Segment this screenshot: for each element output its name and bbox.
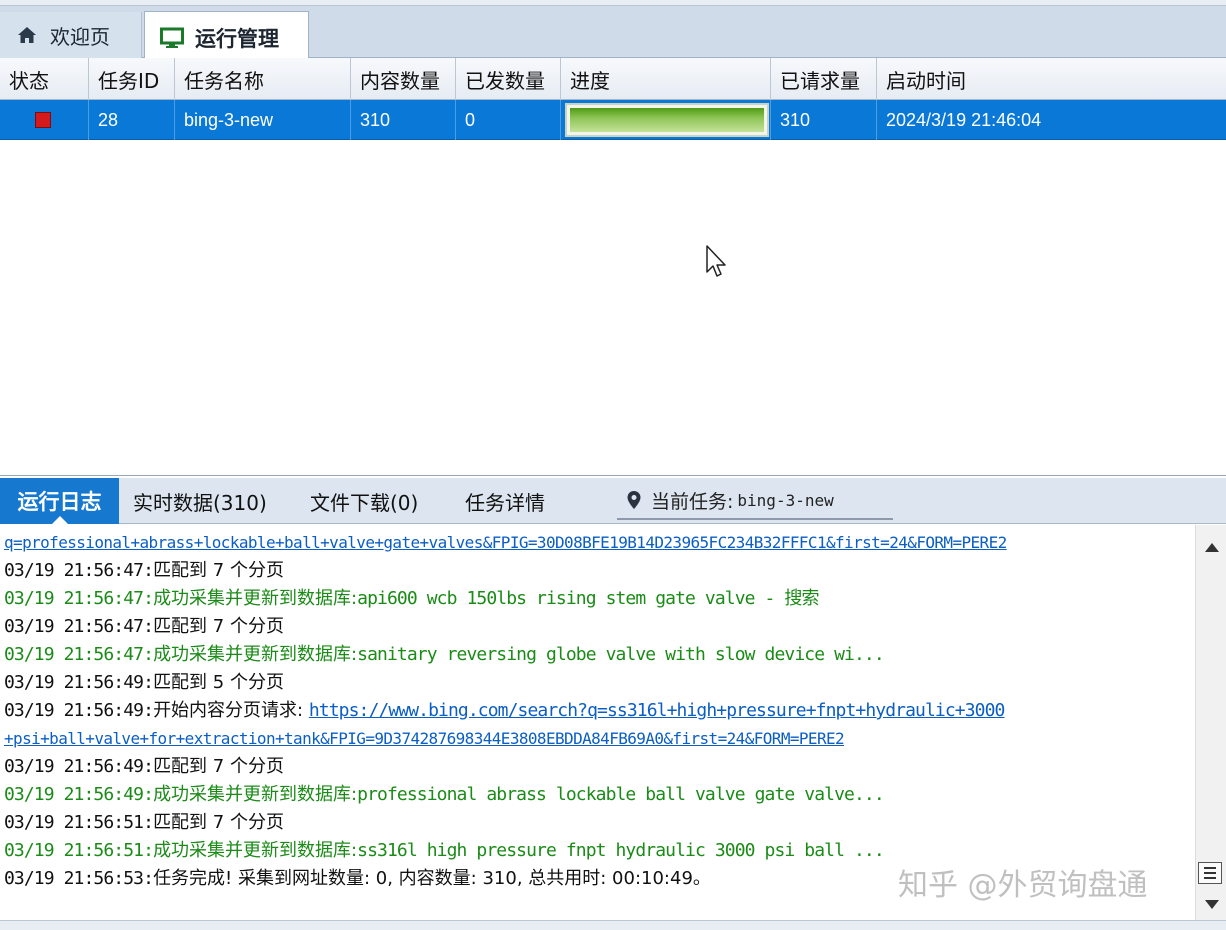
log-line: 03/19 21:56:49:成功采集并更新到数据库:professional … (4, 784, 885, 805)
log-scrollbar[interactable] (1195, 525, 1226, 920)
task-grid: 状态 任务ID 任务名称 内容数量 已发数量 进度 已请求量 启动时间 28 b… (0, 58, 1226, 476)
log-line: 03/19 21:56:51:成功采集并更新到数据库:ss316l high p… (4, 840, 885, 861)
grid-header: 状态 任务ID 任务名称 内容数量 已发数量 进度 已请求量 启动时间 (0, 58, 1226, 100)
log-line: 03/19 21:56:47:匹配到 7 个分页 (4, 560, 284, 581)
col-status[interactable]: 状态 (0, 58, 89, 100)
tab-welcome-label: 欢迎页 (50, 24, 110, 49)
tab-run-management[interactable]: 运行管理 (144, 11, 309, 64)
log-line: 03/19 21:56:47:成功采集并更新到数据库:api600 wcb 15… (4, 588, 820, 609)
home-icon (14, 24, 40, 46)
current-task-indicator: 当前任务: bing-3-new (617, 482, 893, 520)
cell-task-id: 28 (89, 100, 175, 140)
col-sent-count[interactable]: 已发数量 (456, 58, 561, 100)
current-task-value: bing-3-new (737, 490, 834, 510)
scroll-up-arrow-icon[interactable] (1205, 543, 1219, 552)
tab-run-log[interactable]: 运行日志 (0, 478, 119, 524)
col-content-count[interactable]: 内容数量 (351, 58, 456, 100)
bottom-border (0, 920, 1226, 930)
map-pin-icon (627, 491, 641, 509)
log-line-link[interactable]: q=professional+abrass+lockable+ball+valv… (4, 529, 1007, 557)
col-requested[interactable]: 已请求量 (771, 58, 877, 100)
tab-welcome[interactable]: 欢迎页 (0, 12, 142, 58)
progress-bar (565, 103, 769, 137)
tab-file-download[interactable]: 文件下载(0) (310, 478, 418, 524)
cell-status (0, 100, 89, 140)
monitor-icon (159, 27, 185, 49)
log-line: 03/19 21:56:47:成功采集并更新到数据库:sanitary reve… (4, 644, 885, 665)
scroll-down-arrow-icon[interactable] (1205, 900, 1219, 909)
progress-bar-fill (570, 108, 764, 132)
stopped-status-icon (35, 112, 51, 128)
watermark: 知乎 @外贸询盘通 (898, 868, 1148, 903)
log-url-link[interactable]: https://www.bing.com/search?q=ss316l+hig… (309, 700, 1005, 721)
table-row[interactable]: 28 bing-3-new 310 0 310 2024/3/19 21:46:… (0, 100, 1226, 140)
cell-content-count: 310 (351, 100, 456, 140)
col-start-time[interactable]: 启动时间 (877, 58, 1226, 100)
log-line: 03/19 21:56:49:匹配到 5 个分页 (4, 672, 284, 693)
log-line-link[interactable]: +psi+ball+valve+for+extraction+tank&FPIG… (4, 725, 845, 753)
cell-progress (561, 100, 771, 140)
cell-sent-count: 0 (456, 100, 561, 140)
log-line: 03/19 21:56:49:开始内容分页请求: https://www.bin… (4, 700, 1005, 721)
log-line: 03/19 21:56:47:匹配到 7 个分页 (4, 616, 284, 637)
log-line: 03/19 21:56:49:匹配到 7 个分页 (4, 756, 284, 777)
cell-task-name: bing-3-new (175, 100, 351, 140)
log-line: 03/19 21:56:51:匹配到 7 个分页 (4, 812, 284, 833)
current-task-label: 当前任务: (651, 490, 734, 513)
cell-requested: 310 (771, 100, 877, 140)
scroll-menu-icon[interactable] (1198, 862, 1222, 884)
tab-task-details[interactable]: 任务详情 (465, 478, 545, 524)
tab-run-label: 运行管理 (195, 27, 279, 51)
main-tabbar: 欢迎页 运行管理 (0, 6, 1226, 64)
col-task-name[interactable]: 任务名称 (175, 58, 351, 100)
log-tabbar: 运行日志 实时数据(310) 文件下载(0) 任务详情 当前任务: bing-3… (0, 478, 1226, 524)
col-progress[interactable]: 进度 (561, 58, 771, 100)
tab-realtime-data[interactable]: 实时数据(310) (133, 478, 267, 524)
cell-start-time: 2024/3/19 21:46:04 (886, 109, 1042, 130)
log-line: 03/19 21:56:53:任务完成! 采集到网址数量: 0, 内容数量: 3… (4, 868, 711, 889)
mouse-cursor-icon (706, 245, 726, 277)
col-task-id[interactable]: 任务ID (89, 58, 175, 100)
